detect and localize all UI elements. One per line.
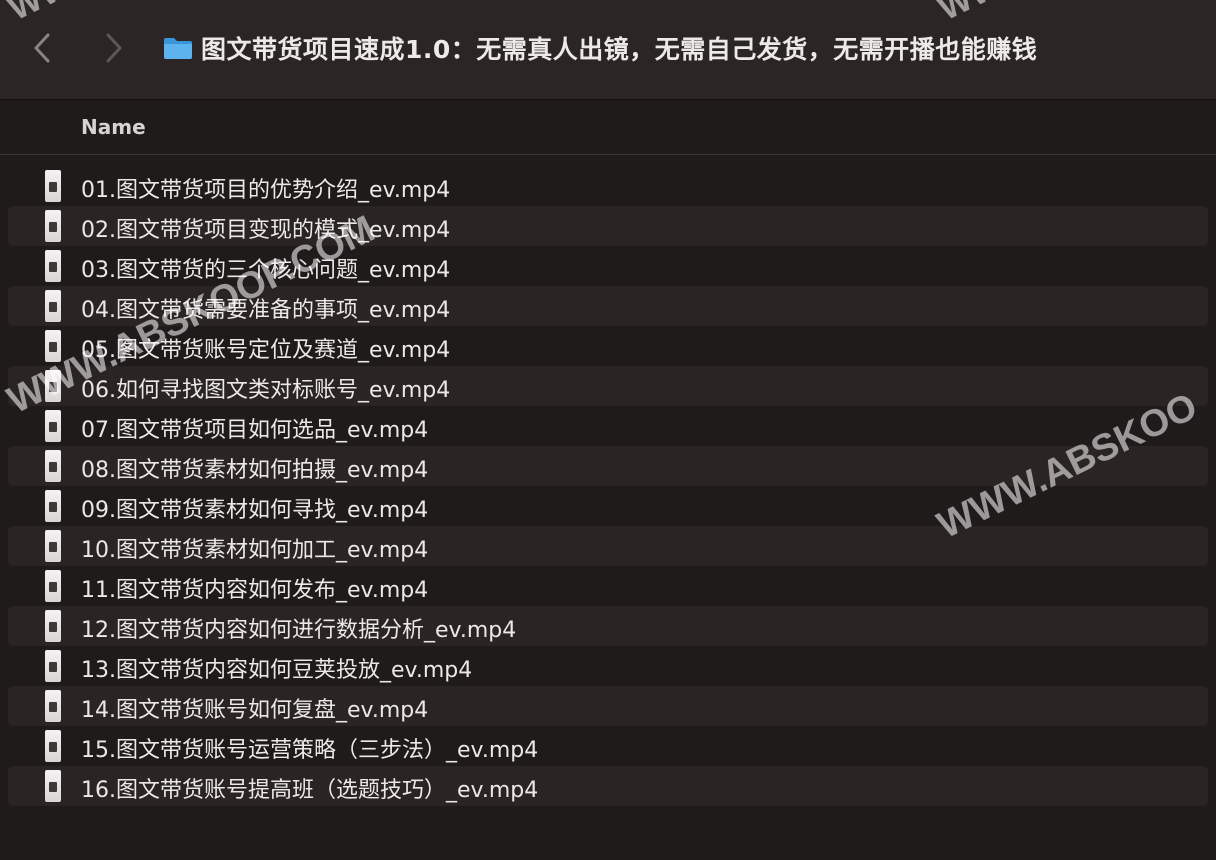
window-title-area: 图文带货项目速成1.0：无需真人出镜，无需自己发货，无需开播也能赚钱 <box>163 30 1037 66</box>
file-row[interactable]: 13.图文带货内容如何豆荚投放_ev.mp4 <box>8 646 1208 686</box>
video-file-icon <box>45 690 61 722</box>
file-name: 07.图文带货项目如何选品_ev.mp4 <box>81 418 429 443</box>
chevron-right-icon <box>106 33 122 63</box>
file-row[interactable]: 16.图文带货账号提高班（选题技巧）_ev.mp4 <box>8 766 1208 806</box>
file-name: 10.图文带货素材如何加工_ev.mp4 <box>81 538 429 563</box>
video-file-icon <box>45 450 61 482</box>
back-button[interactable] <box>28 28 58 68</box>
file-name: 09.图文带货素材如何寻找_ev.mp4 <box>81 498 429 523</box>
toolbar: 图文带货项目速成1.0：无需真人出镜，无需自己发货，无需开播也能赚钱 <box>0 0 1216 100</box>
video-file-icon <box>45 650 61 682</box>
file-row[interactable]: 15.图文带货账号运营策略（三步法）_ev.mp4 <box>8 726 1208 766</box>
forward-button[interactable] <box>98 28 128 68</box>
file-row[interactable]: 01.图文带货项目的优势介绍_ev.mp4 <box>8 166 1208 206</box>
window-title: 图文带货项目速成1.0：无需真人出镜，无需自己发货，无需开播也能赚钱 <box>201 35 1038 64</box>
file-name: 15.图文带货账号运营策略（三步法）_ev.mp4 <box>81 738 539 763</box>
file-name: 12.图文带货内容如何进行数据分析_ev.mp4 <box>81 618 517 643</box>
file-row[interactable]: 10.图文带货素材如何加工_ev.mp4 <box>8 526 1208 566</box>
video-file-icon <box>45 570 61 602</box>
video-file-icon <box>45 410 61 442</box>
file-row[interactable]: 06.如何寻找图文类对标账号_ev.mp4 <box>8 366 1208 406</box>
video-file-icon <box>45 330 61 362</box>
file-name: 02.图文带货项目变现的模式_ev.mp4 <box>81 218 451 243</box>
file-row[interactable]: 03.图文带货的三个核心问题_ev.mp4 <box>8 246 1208 286</box>
file-row[interactable]: 09.图文带货素材如何寻找_ev.mp4 <box>8 486 1208 526</box>
video-file-icon <box>45 530 61 562</box>
file-name: 14.图文带货账号如何复盘_ev.mp4 <box>81 698 429 723</box>
file-row[interactable]: 11.图文带货内容如何发布_ev.mp4 <box>8 566 1208 606</box>
video-file-icon <box>45 730 61 762</box>
video-file-icon <box>45 370 61 402</box>
finder-window: 图文带货项目速成1.0：无需真人出镜，无需自己发货，无需开播也能赚钱 Name … <box>0 0 1216 860</box>
file-row[interactable]: 04.图文带货需要准备的事项_ev.mp4 <box>8 286 1208 326</box>
video-file-icon <box>45 170 61 202</box>
file-row[interactable]: 02.图文带货项目变现的模式_ev.mp4 <box>8 206 1208 246</box>
file-row[interactable]: 14.图文带货账号如何复盘_ev.mp4 <box>8 686 1208 726</box>
video-file-icon <box>45 290 61 322</box>
column-header: Name <box>0 101 1216 155</box>
file-row[interactable]: 07.图文带货项目如何选品_ev.mp4 <box>8 406 1208 446</box>
video-file-icon <box>45 610 61 642</box>
video-file-icon <box>45 490 61 522</box>
folder-icon <box>163 36 193 60</box>
file-name: 11.图文带货内容如何发布_ev.mp4 <box>81 578 429 603</box>
video-file-icon <box>45 250 61 282</box>
file-name: 05.图文带货账号定位及赛道_ev.mp4 <box>81 338 451 363</box>
file-name: 04.图文带货需要准备的事项_ev.mp4 <box>81 298 451 323</box>
file-name: 01.图文带货项目的优势介绍_ev.mp4 <box>81 178 451 203</box>
file-name: 03.图文带货的三个核心问题_ev.mp4 <box>81 258 451 283</box>
file-name: 16.图文带货账号提高班（选题技巧）_ev.mp4 <box>81 778 539 803</box>
video-file-icon <box>45 770 61 802</box>
video-file-icon <box>45 210 61 242</box>
chevron-left-icon <box>34 33 50 63</box>
file-row[interactable]: 08.图文带货素材如何拍摄_ev.mp4 <box>8 446 1208 486</box>
file-name: 08.图文带货素材如何拍摄_ev.mp4 <box>81 458 429 483</box>
file-name: 06.如何寻找图文类对标账号_ev.mp4 <box>81 378 451 403</box>
file-name: 13.图文带货内容如何豆荚投放_ev.mp4 <box>81 658 473 683</box>
file-row[interactable]: 05.图文带货账号定位及赛道_ev.mp4 <box>8 326 1208 366</box>
file-row[interactable]: 12.图文带货内容如何进行数据分析_ev.mp4 <box>8 606 1208 646</box>
column-name-header[interactable]: Name <box>81 115 146 139</box>
file-list: 01.图文带货项目的优势介绍_ev.mp4 02.图文带货项目变现的模式_ev.… <box>0 166 1216 806</box>
